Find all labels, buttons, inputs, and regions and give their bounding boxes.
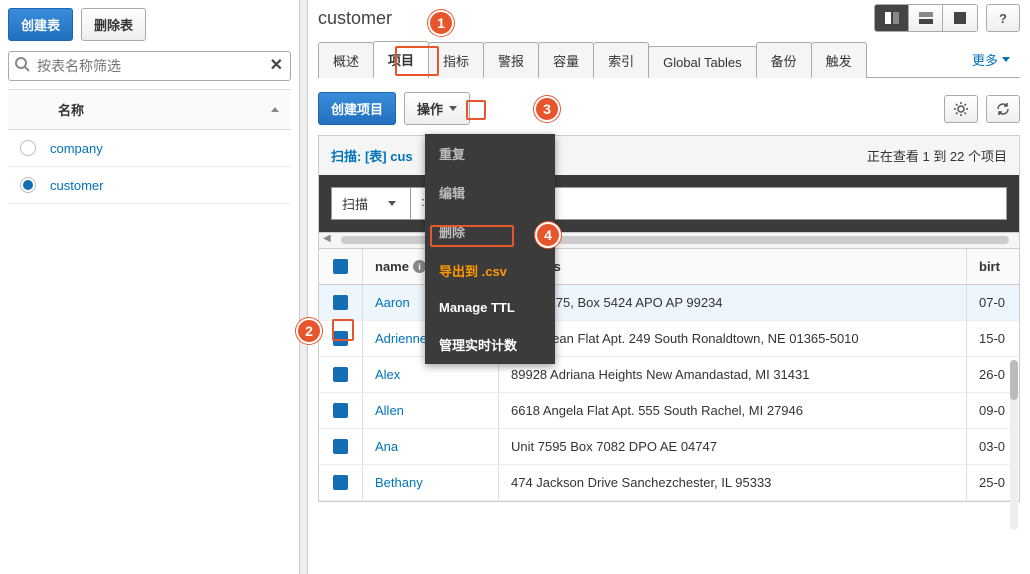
table-row[interactable]: Allen6618 Angela Flat Apt. 555 South Rac… [319, 393, 1019, 429]
scan-summary-bar[interactable]: 扫描: [表] cus 正在查看 1 到 22 个项目 [318, 135, 1020, 175]
row-address: 474 Jackson Drive Sanchezchester, IL 953… [499, 465, 967, 500]
main-panel: customer ? 概述项目指标警报容量索引Global Tables备份触发… [308, 0, 1030, 574]
column-header-address[interactable]: address [499, 249, 967, 284]
row-address: 89928 Adriana Heights New Amandastad, MI… [499, 357, 967, 392]
splitter[interactable] [300, 0, 308, 574]
row-address: Unit 7595 Box 7082 DPO AE 04747 [499, 429, 967, 464]
sort-caret-icon [271, 107, 279, 112]
annotation-badge-4: 4 [535, 222, 561, 248]
annotation-box-1 [395, 46, 439, 76]
annotation-badge-2: 2 [296, 318, 322, 344]
actions-dropdown: 重复编辑删除导出到 .csvManage TTL管理实时计数 [425, 134, 555, 364]
table-row[interactable]: AnaUnit 7595 Box 7082 DPO AE 0474703-0 [319, 429, 1019, 465]
scan-label-left: 扫描: [表] cus [331, 146, 413, 165]
annotation-badge-3: 3 [534, 96, 560, 122]
column-header-birth[interactable]: birt [967, 249, 1019, 284]
sidebar-table-item[interactable]: customer [8, 167, 291, 204]
layout-toggle-group [874, 4, 978, 32]
vertical-scrollbar[interactable] [1010, 360, 1018, 530]
table-row[interactable]: Alex89928 Adriana Heights New Amandastad… [319, 357, 1019, 393]
horizontal-scrollbar[interactable] [318, 233, 1020, 249]
row-birth: 15-0 [967, 321, 1019, 356]
dropdown-item-4[interactable]: Manage TTL [425, 290, 555, 325]
settings-button[interactable] [944, 95, 978, 123]
scan-type-label: 扫描 [342, 194, 368, 213]
table-row[interactable]: Bethany474 Jackson Drive Sanchezchester,… [319, 465, 1019, 501]
create-table-button[interactable]: 创建表 [8, 8, 73, 41]
annotation-badge-1: 1 [428, 10, 454, 36]
items-table: name i address birt AaronPSC 6275, Box 5… [318, 249, 1020, 502]
delete-table-button[interactable]: 删除表 [81, 8, 146, 41]
layout-split-button[interactable] [875, 5, 909, 31]
table-name-link[interactable]: customer [50, 178, 103, 193]
layout-bottom-button[interactable] [909, 5, 943, 31]
actions-button[interactable]: 操作 [404, 92, 470, 125]
tab-5[interactable]: 索引 [593, 42, 649, 78]
table-search-input[interactable] [8, 51, 291, 81]
dropdown-item-1: 编辑 [425, 173, 555, 212]
row-name-link[interactable]: Allen [363, 393, 499, 428]
name-header-label: 名称 [58, 100, 84, 119]
table-row[interactable]: Adrienne0649 Sean Flat Apt. 249 South Ro… [319, 321, 1019, 357]
annotation-box-4 [430, 225, 514, 247]
radio-icon[interactable] [20, 140, 36, 156]
more-label: 更多 [972, 50, 998, 69]
row-address: 0649 Sean Flat Apt. 249 South Ronaldtown… [499, 321, 967, 356]
annotation-box-2 [332, 319, 354, 341]
annotation-box-3 [466, 100, 486, 120]
tab-6[interactable]: Global Tables [648, 46, 757, 78]
sidebar: 创建表 删除表 ✕ 名称 company customer [0, 0, 300, 574]
col-name-label: name [375, 259, 409, 274]
row-checkbox[interactable] [319, 465, 363, 500]
row-checkbox[interactable] [319, 393, 363, 428]
sidebar-name-header[interactable]: 名称 [8, 89, 291, 130]
dropdown-item-3[interactable]: 导出到 .csv [425, 251, 555, 290]
tab-4[interactable]: 容量 [538, 42, 594, 78]
tab-7[interactable]: 备份 [756, 42, 812, 78]
col-birth-label: birt [979, 259, 1000, 274]
tab-3[interactable]: 警报 [483, 42, 539, 78]
caret-down-icon [1002, 57, 1010, 62]
radio-icon[interactable] [20, 177, 36, 193]
row-checkbox[interactable] [319, 285, 363, 320]
actions-label: 操作 [417, 99, 443, 118]
tab-0[interactable]: 概述 [318, 42, 374, 78]
row-checkbox[interactable] [319, 429, 363, 464]
search-icon [14, 56, 30, 72]
refresh-button[interactable] [986, 95, 1020, 123]
dropdown-item-5[interactable]: 管理实时计数 [425, 325, 555, 364]
sidebar-table-item[interactable]: company [8, 130, 291, 167]
tab-8[interactable]: 触发 [811, 42, 867, 78]
create-item-button[interactable]: 创建项目 [318, 92, 396, 125]
select-all-checkbox[interactable] [319, 249, 363, 284]
caret-down-icon [449, 106, 457, 111]
table-name-link[interactable]: company [50, 141, 103, 156]
row-birth: 07-0 [967, 285, 1019, 320]
scan-label-right: 正在查看 1 到 22 个项目 [867, 146, 1007, 165]
tabs-more[interactable]: 更多 [962, 42, 1020, 77]
help-button[interactable]: ? [986, 4, 1020, 32]
clear-search-icon[interactable]: ✕ [270, 55, 283, 75]
dropdown-item-0: 重复 [425, 134, 555, 173]
caret-down-icon [388, 201, 396, 206]
row-name-link[interactable]: Ana [363, 429, 499, 464]
row-address: 6618 Angela Flat Apt. 555 South Rachel, … [499, 393, 967, 428]
row-name-link[interactable]: Bethany [363, 465, 499, 500]
scan-config-area: 扫描 : name [318, 175, 1020, 233]
scan-type-select[interactable]: 扫描 [331, 187, 411, 220]
table-row[interactable]: AaronPSC 6275, Box 5424 APO AP 9923407-0 [319, 285, 1019, 321]
row-address: PSC 6275, Box 5424 APO AP 99234 [499, 285, 967, 320]
layout-full-button[interactable] [943, 5, 977, 31]
table-title: customer [318, 8, 392, 29]
row-checkbox[interactable] [319, 357, 363, 392]
